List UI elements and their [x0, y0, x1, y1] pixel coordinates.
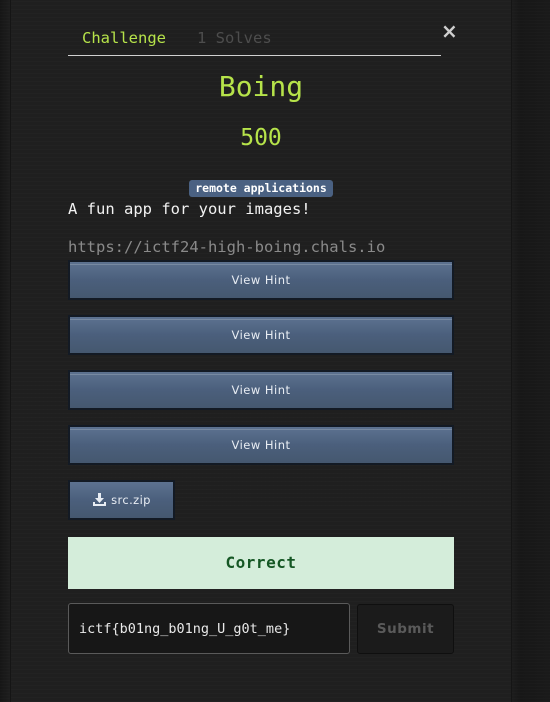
- challenge-points: 500: [240, 125, 282, 151]
- tab-solves[interactable]: 1 Solves: [197, 28, 272, 48]
- download-icon: [93, 493, 107, 506]
- flag-input[interactable]: [68, 603, 350, 654]
- view-hint-button-3[interactable]: View Hint: [68, 370, 454, 410]
- view-hint-button-2[interactable]: View Hint: [68, 315, 454, 355]
- view-hint-button-4[interactable]: View Hint: [68, 425, 454, 465]
- file-name: src.zip: [111, 493, 151, 507]
- submit-button[interactable]: Submit: [357, 604, 454, 654]
- correct-status-banner: Correct: [68, 537, 454, 589]
- tab-challenge[interactable]: Challenge: [82, 28, 166, 48]
- challenge-modal: × Challenge 1 Solves Boing 500 remote ap…: [10, 0, 512, 702]
- category-tag: remote applications: [189, 180, 333, 197]
- tag-row: remote applications: [68, 177, 454, 197]
- challenge-description: A fun app for your images!: [68, 200, 311, 218]
- download-src-zip-button[interactable]: src.zip: [68, 480, 175, 520]
- view-hint-button-1[interactable]: View Hint: [68, 260, 454, 300]
- challenge-title: Boing: [218, 70, 304, 103]
- challenge-tabs: Challenge 1 Solves: [68, 24, 441, 56]
- challenge-url-link[interactable]: https://ictf24-high-boing.chals.io: [68, 237, 385, 257]
- close-icon[interactable]: ×: [441, 19, 458, 43]
